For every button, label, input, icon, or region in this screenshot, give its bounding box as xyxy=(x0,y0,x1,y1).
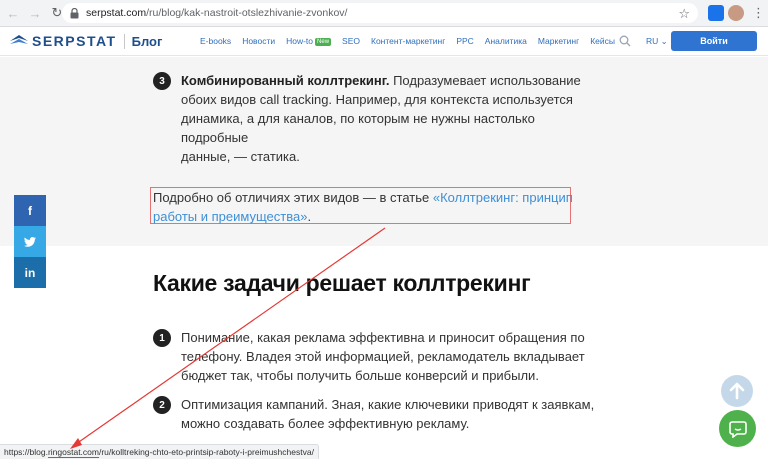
menu-item-content-marketing[interactable]: Контент-маркетинг xyxy=(371,36,445,46)
chevron-down-icon: ⌄ xyxy=(660,36,668,46)
lock-icon xyxy=(68,7,80,19)
menu-item-howto[interactable]: How-to New xyxy=(286,36,332,46)
twitter-icon xyxy=(24,236,36,247)
address-bar[interactable]: serpstat.com/ru/blog/kak-nastroit-otslez… xyxy=(62,3,698,23)
url-host: serpstat.com xyxy=(86,7,147,19)
back-arrow-icon[interactable]: ← xyxy=(4,4,22,22)
callout-text: Подробно об отличиях этих видов — в стат… xyxy=(153,190,433,205)
main-menu: E-books Новости How-to New SEO Контент-ма… xyxy=(200,36,615,46)
menu-item-marketing[interactable]: Маркетинг xyxy=(538,36,579,46)
list-item-text-line1: Подразумевает использование xyxy=(393,73,581,88)
browser-toolbar: ← → ↻ serpstat.com/ru/blog/kak-nastroit-… xyxy=(0,0,768,27)
list-item-text-line2: можно создавать более эффективную реклам… xyxy=(181,416,470,431)
extension-icon[interactable] xyxy=(708,5,724,21)
menu-item-howto-label: How-to xyxy=(286,36,314,46)
list-item-text-line1: Понимание, какая реклама эффективна и пр… xyxy=(181,330,585,345)
list-item-understanding: Понимание, какая реклама эффективна и пр… xyxy=(181,328,601,385)
bookmark-star-icon[interactable]: ☆ xyxy=(678,6,690,22)
list-item-text-line2: обоих видов call tracking. Например, для… xyxy=(181,92,573,107)
menu-item-ppc[interactable]: PPC xyxy=(456,36,473,46)
blog-label: Блог xyxy=(131,33,163,49)
menu-item-cases[interactable]: Кейсы xyxy=(590,36,615,46)
chat-widget-button[interactable] xyxy=(719,410,756,447)
url-path: /ru/blog/kak-nastroit-otslezhivanie-zvon… xyxy=(146,7,348,19)
link-status-bar: https://blog.ringostat.com/ru/kolltrekin… xyxy=(0,444,319,459)
menu-item-news[interactable]: Новости xyxy=(242,36,275,46)
list-item-combined-tracking: Комбинированный коллтрекинг. Подразумева… xyxy=(181,71,601,166)
scroll-to-top-button[interactable] xyxy=(721,375,753,407)
serpstat-logo-icon xyxy=(10,35,28,44)
list-item-text-line3: бюджет так, чтобы получить больше конвер… xyxy=(181,368,539,383)
callout-paragraph: Подробно об отличиях этих видов — в стат… xyxy=(153,188,573,226)
share-twitter-button[interactable] xyxy=(14,226,46,257)
list-item-text-line4: данные, — статика. xyxy=(181,149,300,164)
linkedin-icon: in xyxy=(24,265,36,280)
list-item-optimization: Оптимизация кампаний. Зная, какие ключев… xyxy=(181,395,611,433)
status-url-domain: ringostat.com xyxy=(47,447,99,458)
logo-text: SERPSTAT xyxy=(32,33,117,49)
menu-item-ebooks[interactable]: E-books xyxy=(200,36,231,46)
facebook-icon: f xyxy=(28,203,32,218)
site-logo[interactable]: SERPSTAT Блог xyxy=(10,33,162,49)
share-facebook-button[interactable]: f xyxy=(14,195,46,226)
login-button[interactable]: Войти xyxy=(671,31,757,51)
list-item-text-line1: Оптимизация кампаний. Зная, какие ключев… xyxy=(181,397,595,412)
menu-item-analytics[interactable]: Аналитика xyxy=(485,36,527,46)
callout-end: . xyxy=(307,209,312,224)
language-selector[interactable]: RU ⌄ xyxy=(646,36,668,47)
article-link-line2: работы и преимущества» xyxy=(153,209,308,224)
list-number-1: 1 xyxy=(153,329,171,347)
status-url-suffix: /ru/kolltreking-chto-eto-printsip-raboty… xyxy=(98,447,314,457)
share-linkedin-button[interactable]: in xyxy=(14,257,46,288)
forward-arrow-icon[interactable]: → xyxy=(26,4,44,22)
logo-divider xyxy=(123,33,125,49)
arrow-up-icon xyxy=(729,382,745,400)
section-heading: Какие задачи решает коллтрекинг xyxy=(153,270,531,296)
language-label: RU xyxy=(646,36,659,46)
new-badge: New xyxy=(315,38,332,46)
list-number-2: 2 xyxy=(153,396,171,414)
browser-menu-icon[interactable]: ⋮ xyxy=(752,5,765,21)
chat-icon xyxy=(728,420,747,438)
list-number-3: 3 xyxy=(153,72,171,90)
list-item-text-line2: телефону. Владея этой информацией, рекла… xyxy=(181,349,585,364)
menu-item-seo[interactable]: SEO xyxy=(342,36,360,46)
profile-avatar[interactable] xyxy=(728,5,744,21)
article-link-line1: «Коллтрекинг: принцип xyxy=(432,190,573,205)
site-header: SERPSTAT Блог E-books Новости How-to New … xyxy=(0,27,768,56)
status-url-prefix: https://blog. xyxy=(4,447,48,457)
search-icon[interactable] xyxy=(619,35,631,47)
list-item-title: Комбинированный коллтрекинг. xyxy=(181,73,390,88)
list-item-text-line3: динамика, а для каналов, по которым не н… xyxy=(181,111,535,145)
